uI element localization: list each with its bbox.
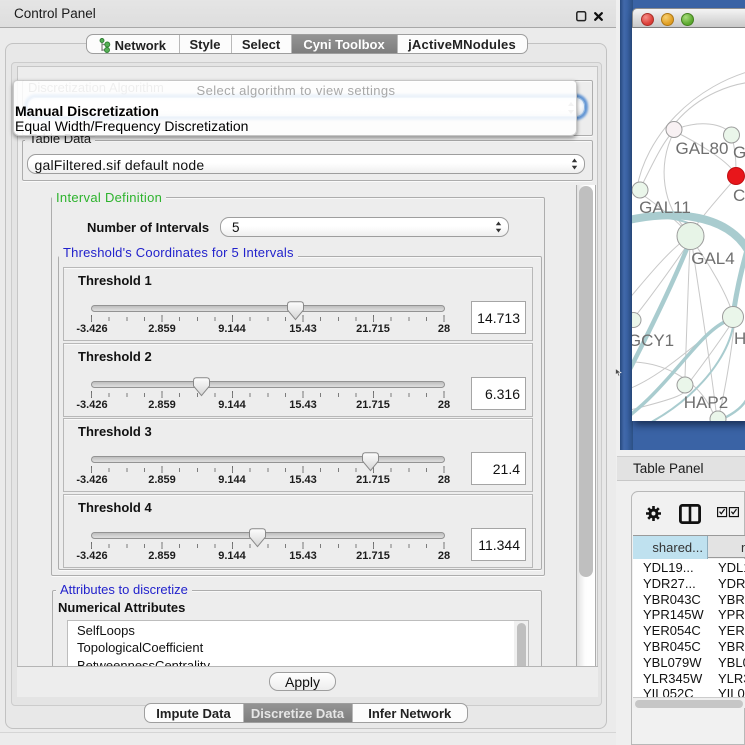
svg-text:GAL80: GAL80 — [676, 139, 729, 158]
svg-text:CDC: CDC — [733, 186, 745, 205]
svg-text:HAP2: HAP2 — [684, 393, 728, 412]
svg-text:GAL2: GAL2 — [733, 143, 745, 162]
svg-text:GAL11: GAL11 — [639, 198, 691, 217]
svg-text:HA: HA — [734, 329, 745, 348]
svg-text:GCY1: GCY1 — [632, 331, 674, 350]
svg-text:GAL4: GAL4 — [691, 249, 734, 268]
